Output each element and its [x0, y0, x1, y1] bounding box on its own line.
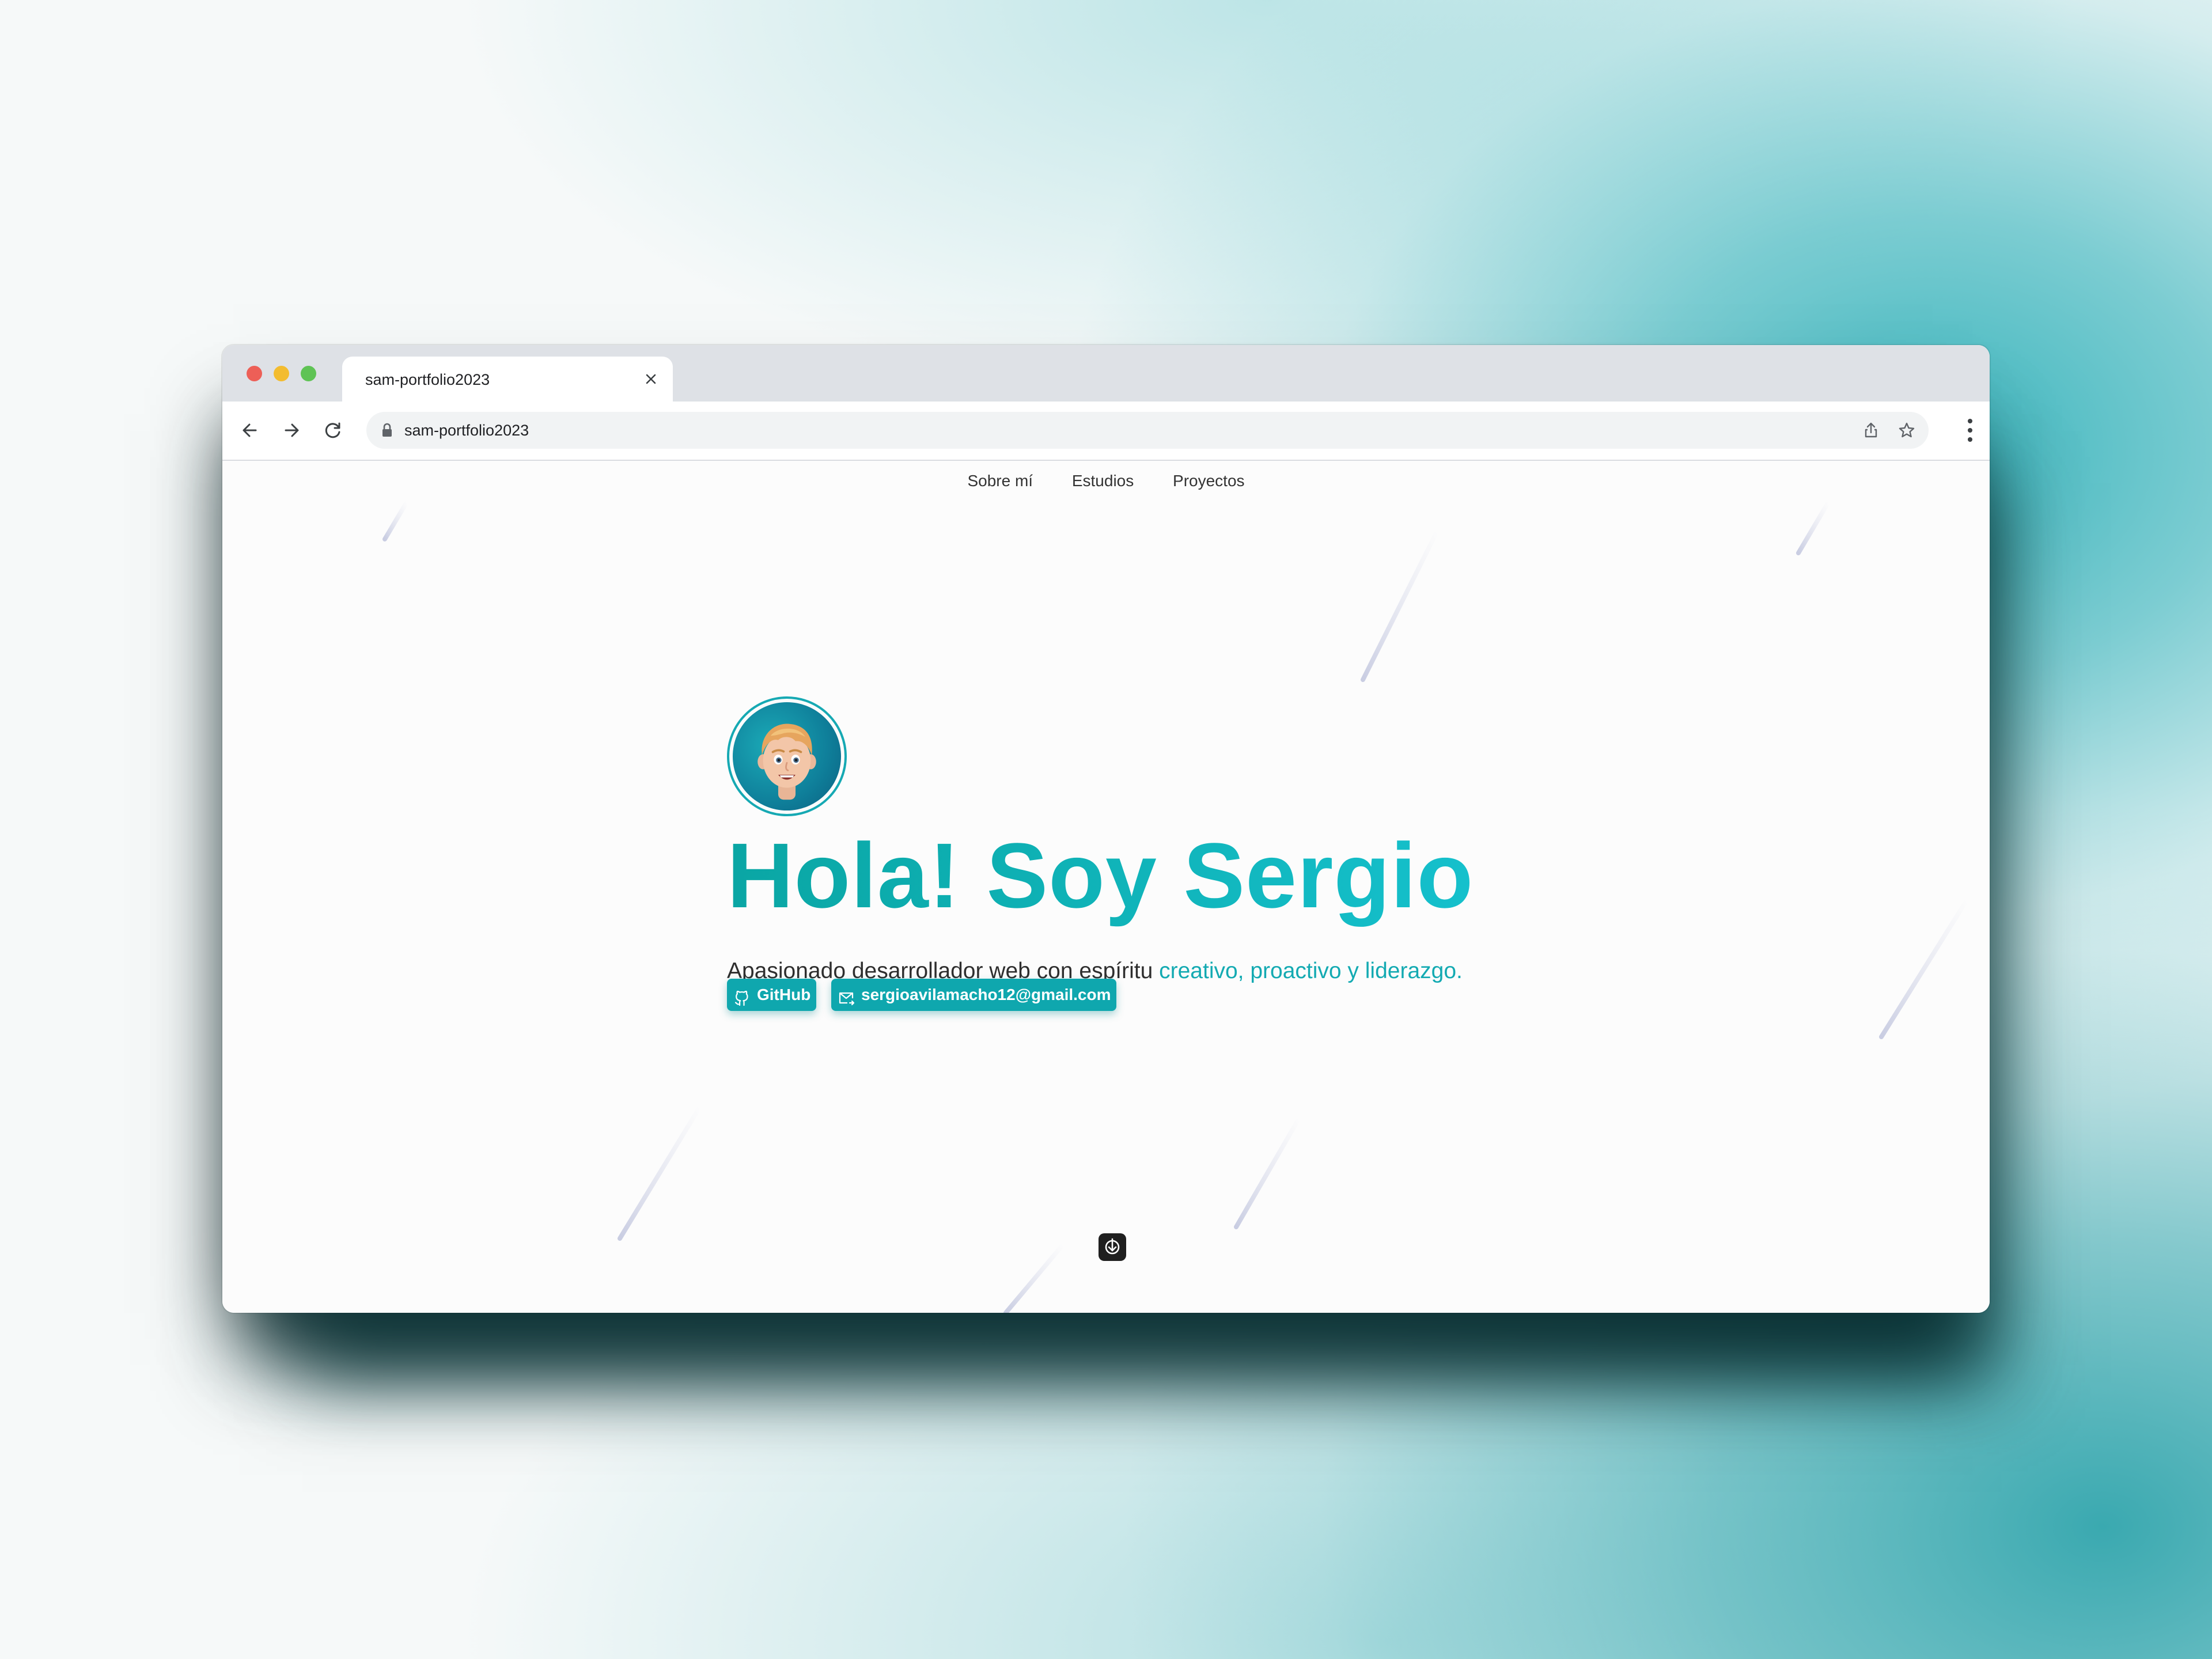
tab-strip: sam-portfolio2023 — [222, 345, 1990, 402]
hero-title: Hola! Soy Sergio — [727, 824, 1474, 927]
browser-tab-active[interactable]: sam-portfolio2023 — [342, 357, 673, 402]
site-nav: Sobre mí Estudios Proyectos — [222, 467, 1990, 495]
close-window-button[interactable] — [247, 366, 262, 381]
email-label: sergioavilamacho12@gmail.com — [861, 986, 1111, 1003]
mail-icon — [837, 986, 855, 1006]
browser-toolbar: sam-portfolio2023 — [222, 402, 1990, 461]
scroll-down-button[interactable] — [1099, 1233, 1126, 1261]
nav-link-proyectos[interactable]: Proyectos — [1173, 467, 1245, 495]
github-icon — [733, 986, 751, 1006]
reload-icon[interactable] — [318, 415, 348, 445]
address-bar[interactable]: sam-portfolio2023 — [366, 412, 1929, 449]
avatar — [727, 696, 847, 816]
nav-link-estudios[interactable]: Estudios — [1072, 467, 1134, 495]
arrow-right-icon[interactable] — [276, 415, 306, 445]
minimize-window-button[interactable] — [274, 366, 289, 381]
star-icon[interactable] — [1895, 419, 1918, 442]
share-icon[interactable] — [1859, 419, 1883, 442]
tab-title: sam-portfolio2023 — [365, 371, 490, 388]
github-button[interactable]: GitHub — [727, 979, 816, 1011]
browser-window: sam-portfolio2023 sam-portfolio2023 Sobr… — [222, 345, 1990, 1313]
url-text[interactable]: sam-portfolio2023 — [404, 419, 529, 442]
close-icon[interactable] — [639, 368, 662, 391]
web-page: Sobre mí Estudios Proyectos Hola! Soy Se… — [222, 461, 1990, 1313]
email-button[interactable]: sergioavilamacho12@gmail.com — [831, 979, 1116, 1011]
arrow-left-icon[interactable] — [235, 415, 265, 445]
kebab-menu-icon[interactable] — [1967, 416, 1974, 444]
hero-subtitle-accent: creativo, proactivo y liderazgo. — [1159, 959, 1463, 983]
maximize-window-button[interactable] — [301, 366, 316, 381]
memoji-avatar-icon — [733, 702, 841, 810]
arrow-down-circle-icon — [1105, 1238, 1120, 1255]
github-label: GitHub — [757, 986, 811, 1003]
nav-link-sobre-mi[interactable]: Sobre mí — [967, 467, 1033, 495]
lock-icon[interactable] — [379, 422, 395, 439]
